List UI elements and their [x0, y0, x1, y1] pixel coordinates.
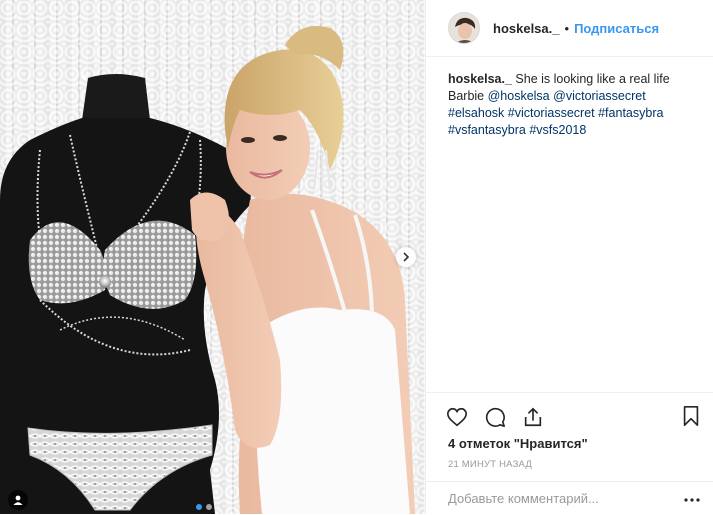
post-timestamp[interactable]: 21 минут назад — [448, 459, 532, 470]
share-icon — [524, 407, 542, 427]
hashtag-link[interactable]: #vsfantasybra — [448, 123, 526, 137]
add-comment-row — [426, 481, 713, 515]
post-photo[interactable] — [0, 0, 425, 514]
share-button[interactable] — [521, 405, 545, 429]
more-options-icon — [684, 498, 700, 502]
save-button[interactable] — [680, 405, 704, 429]
carousel-next-button[interactable] — [396, 247, 416, 267]
separator-dot: • — [564, 20, 570, 36]
hashtag-link[interactable]: #elsahosk — [448, 106, 504, 120]
user-tag-button[interactable] — [8, 490, 28, 510]
user-tag-icon — [13, 495, 23, 505]
header-username[interactable]: hoskelsa._ — [493, 21, 560, 36]
heart-icon — [447, 407, 467, 427]
follow-button[interactable]: Подписаться — [574, 21, 659, 36]
comment-button[interactable] — [483, 405, 507, 429]
hashtag-link[interactable]: #vsfs2018 — [529, 123, 586, 137]
hashtag-link[interactable]: #victoriassecret — [508, 106, 595, 120]
instagram-post: hoskelsa._ • Подписаться hoskelsa._ She … — [0, 0, 713, 514]
mention-link[interactable]: @hoskelsa — [488, 89, 550, 103]
bookmark-icon — [683, 406, 699, 426]
like-button[interactable] — [445, 405, 469, 429]
carousel-indicator — [196, 504, 212, 510]
model-illustration — [190, 26, 415, 514]
action-icons — [445, 405, 545, 429]
post-details-panel: hoskelsa._ • Подписаться hoskelsa._ She … — [425, 0, 713, 514]
comment-icon — [485, 407, 505, 427]
post-actions: 4 отметок "Нравится" 21 минут назад — [426, 392, 713, 514]
mention-link[interactable]: @victoriassecret — [553, 89, 646, 103]
caption-username[interactable]: hoskelsa._ — [448, 72, 512, 86]
avatar-image — [449, 13, 479, 43]
likes-count[interactable]: 4 отметок "Нравится" — [448, 436, 588, 451]
hashtag-link[interactable]: #fantasybra — [598, 106, 663, 120]
carousel-dot — [196, 504, 202, 510]
comment-input[interactable] — [448, 491, 668, 506]
chevron-right-icon — [403, 252, 410, 262]
avatar[interactable] — [448, 12, 480, 44]
post-caption: hoskelsa._ She is looking like a real li… — [448, 71, 704, 139]
more-options-button[interactable] — [682, 490, 702, 510]
carousel-dot — [206, 504, 212, 510]
post-header: hoskelsa._ • Подписаться — [426, 0, 713, 57]
